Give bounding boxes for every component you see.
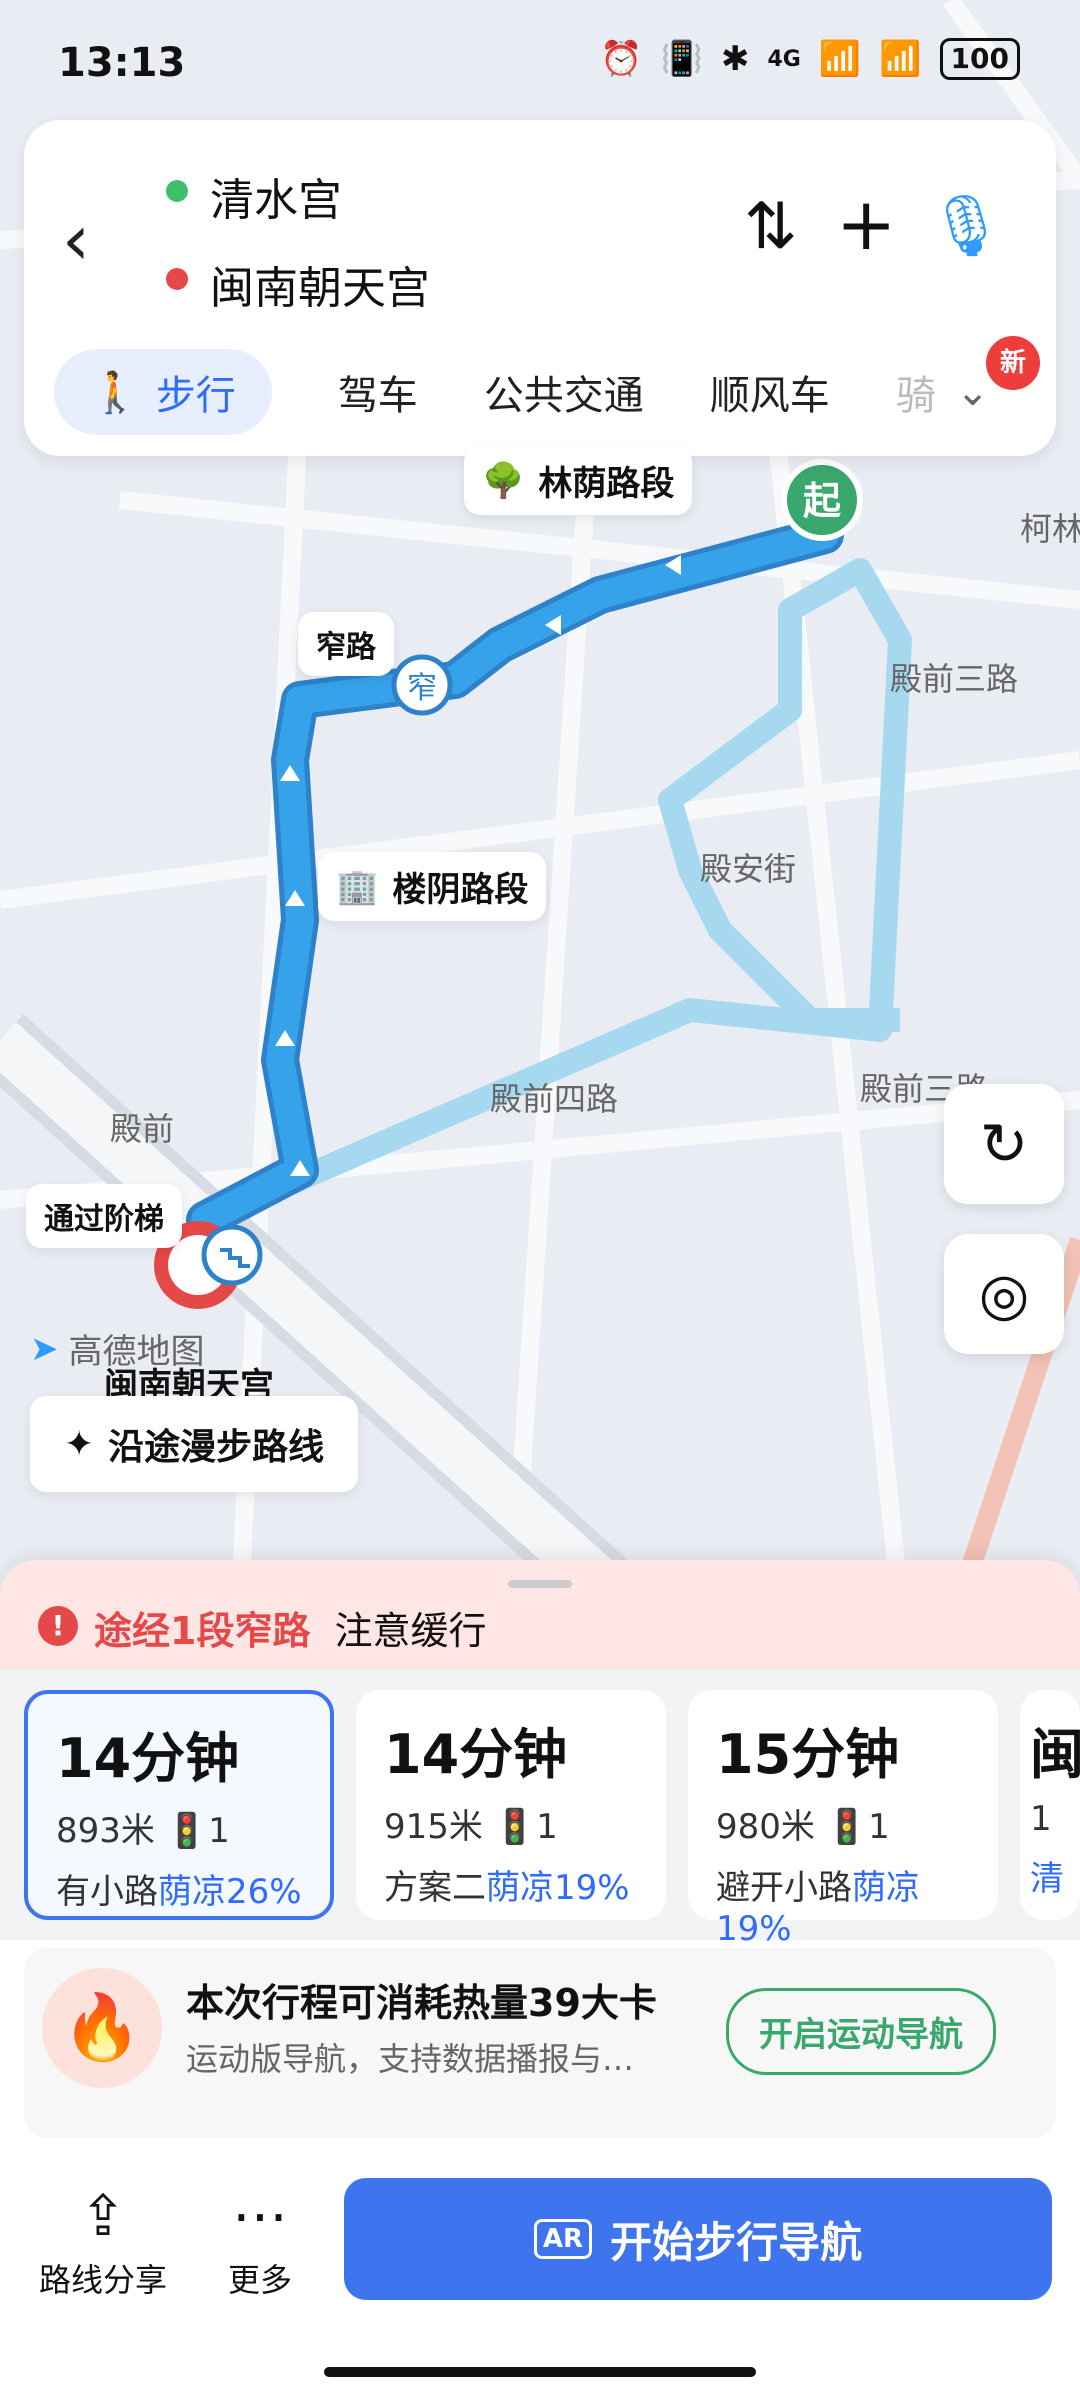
tab-transit[interactable]: 公共交通 <box>484 363 644 421</box>
chevron-down-icon[interactable]: ⌄ <box>956 369 990 415</box>
calorie-title: 本次行程可消耗热量39大卡 <box>186 1981 657 2025</box>
route-lights: 1 <box>868 1807 890 1847</box>
street-label: 殿前三路 <box>890 660 1018 698</box>
flame-icon: 🔥 <box>42 1968 162 2088</box>
street-label: 殿安街 <box>700 850 796 888</box>
bluetooth-icon: ✱ <box>720 39 750 79</box>
start-walk-navigation-button[interactable]: AR 开始步行导航 <box>344 2178 1052 2300</box>
add-stop-icon[interactable]: + <box>836 182 896 266</box>
calorie-card: 🔥 本次行程可消耗热量39大卡 运动版导航，支持数据播报与… 开启运动导航 <box>24 1948 1056 2138</box>
drag-handle[interactable] <box>508 1580 572 1588</box>
share-label: 路线分享 <box>38 2261 167 2299</box>
map-label-tree-shade[interactable]: 🌳 林荫路段 <box>464 446 693 515</box>
more-button[interactable]: ⋯ 更多 <box>200 2184 320 2301</box>
vibrate-icon: 📳 <box>660 39 703 79</box>
route-option-1[interactable]: 14分钟 893米 🚦1 有小路荫凉26% <box>24 1690 334 1920</box>
more-label: 更多 <box>227 2261 292 2299</box>
start-place[interactable]: 清水宫 <box>210 164 342 228</box>
route-search-card: ‹ 清水宫 闽南朝天宫 ⇅ + 🎙 🚶 步行 驾车 公共交通 顺风车 骑 ⌄ 新 <box>24 120 1056 456</box>
route-distance: 893米 <box>56 1811 155 1851</box>
map-label-building-shade[interactable]: 🏢 楼阴路段 <box>318 852 547 921</box>
transport-tabs: 🚶 步行 驾车 公共交通 顺风车 骑 ⌄ <box>54 344 1034 440</box>
start-marker: 起 <box>803 479 842 523</box>
status-bar: 13:13 ⏰ 📳 ✱ 4G 📶 📶 100 <box>0 0 1080 120</box>
refresh-icon: ↻ <box>979 1110 1029 1178</box>
route-time: 14分钟 <box>56 1727 240 1790</box>
street-label: 殿前四路 <box>490 1080 618 1118</box>
tab-ride-share[interactable]: 顺风车 <box>710 363 830 421</box>
sparkle-icon: ✦ <box>64 1423 95 1465</box>
share-button[interactable]: ⇪ 路线分享 <box>28 2184 178 2301</box>
traffic-light-icon: 🚦 <box>493 1807 537 1847</box>
tab-drive[interactable]: 驾车 <box>338 363 418 421</box>
route-shade: 清 <box>1030 1859 1064 1899</box>
route-option-2[interactable]: 14分钟 915米 🚦1 方案二荫凉19% <box>356 1690 666 1920</box>
walk-icon: 🚶 <box>90 369 140 416</box>
sport-nav-button[interactable]: 开启运动导航 <box>726 1988 996 2075</box>
locate-button[interactable]: ◎ <box>944 1234 1064 1354</box>
end-dot-icon <box>166 268 188 290</box>
route-distance: 980米 <box>716 1807 815 1847</box>
street-label: 柯林 <box>1020 510 1080 548</box>
route-distance: 915米 <box>384 1807 483 1847</box>
tree-icon: 🌳 <box>482 460 525 501</box>
route-option-4[interactable]: 闽 1 清 <box>1020 1690 1080 1920</box>
wifi-icon: 📶 <box>879 39 922 79</box>
locate-icon: ◎ <box>978 1260 1030 1328</box>
route-desc: 方案二 <box>384 1868 486 1908</box>
route-time: 闽 <box>1030 1723 1080 1786</box>
route-lights: 1 <box>536 1807 558 1847</box>
more-icon: ⋯ <box>232 2184 288 2249</box>
traffic-light-icon: 🚦 <box>825 1807 869 1847</box>
status-time: 13:13 <box>58 40 186 86</box>
calorie-desc: 运动版导航，支持数据播报与… <box>186 2040 635 2078</box>
map-label-narrow: 窄路 <box>298 612 394 676</box>
navigation-arrow-icon: ➤ <box>30 1328 59 1369</box>
tab-cycle[interactable]: 骑 <box>896 363 936 421</box>
home-indicator[interactable] <box>324 2367 756 2377</box>
tab-walk[interactable]: 🚶 步行 <box>54 349 272 435</box>
ar-icon: AR <box>533 2219 593 2259</box>
back-icon[interactable]: ‹ <box>62 205 90 275</box>
stroll-route-button[interactable]: ✦ 沿途漫步路线 <box>30 1396 359 1492</box>
route-time: 14分钟 <box>384 1723 568 1786</box>
alarm-icon: ⏰ <box>600 39 643 79</box>
narrow-badge: 窄 <box>407 671 437 706</box>
warning-main: 途经1段窄路 <box>94 1609 311 1653</box>
street-label: 殿前 <box>110 1110 174 1148</box>
route-option-3[interactable]: 15分钟 980米 🚦1 避开小路荫凉19% <box>688 1690 998 1949</box>
route-time: 15分钟 <box>716 1723 900 1786</box>
route-shade: 荫凉19% <box>486 1868 630 1908</box>
route-desc: 有小路 <box>56 1872 158 1912</box>
network-label: 4G <box>767 46 801 72</box>
warning-banner: ! 途经1段窄路 注意缓行 <box>0 1560 1080 1670</box>
warning-sub: 注意缓行 <box>334 1609 487 1653</box>
status-icons: ⏰ 📳 ✱ 4G 📶 📶 100 <box>600 38 1020 80</box>
route-shade: 荫凉26% <box>158 1872 302 1912</box>
share-icon: ⇪ <box>79 2184 127 2249</box>
battery-indicator: 100 <box>939 38 1020 80</box>
warning-icon: ! <box>38 1606 78 1646</box>
building-icon: 🏢 <box>336 866 379 907</box>
map-label-stairs: 通过阶梯 <box>26 1184 182 1248</box>
route-lights: 1 <box>208 1811 230 1851</box>
start-dot-icon <box>166 180 188 202</box>
refresh-button[interactable]: ↻ <box>944 1084 1064 1204</box>
end-place[interactable]: 闽南朝天宫 <box>210 252 430 316</box>
voice-assistant-icon[interactable]: 🎙 <box>928 190 1004 261</box>
traffic-light-icon: 🚦 <box>165 1811 209 1851</box>
route-desc: 避开小路 <box>716 1868 852 1908</box>
new-badge: 新 <box>986 336 1040 390</box>
signal-icon: 📶 <box>818 39 862 79</box>
route-distance: 1 <box>1030 1799 1052 1839</box>
swap-icon[interactable]: ⇅ <box>744 190 798 264</box>
